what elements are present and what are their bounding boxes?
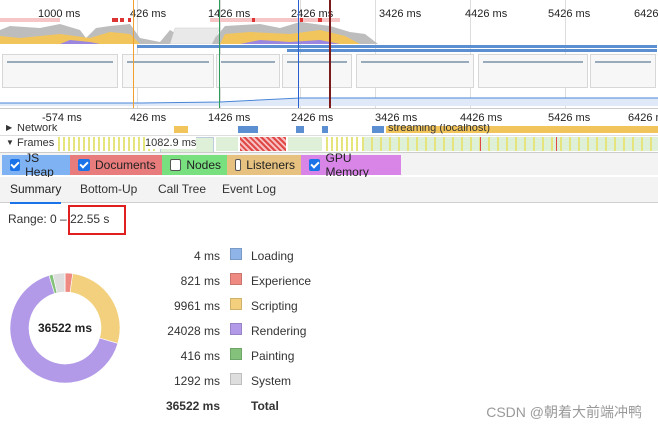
- frame-block[interactable]: [216, 137, 238, 151]
- legend-row-total: 36522 ms Total: [150, 399, 450, 424]
- legend-value: 24028 ms: [167, 324, 220, 338]
- tab-event-log[interactable]: Event Log: [222, 177, 276, 202]
- frame-block[interactable]: [58, 137, 158, 151]
- legend-label: Rendering: [251, 324, 307, 338]
- checkbox[interactable]: [78, 159, 90, 171]
- frame-block[interactable]: [326, 137, 360, 151]
- legend-row-experience: 821 ms Experience: [150, 273, 450, 299]
- ruler-tick: 6426 ms: [628, 112, 658, 124]
- screenshot-thumbnail[interactable]: [478, 54, 588, 88]
- legend-value: 416 ms: [180, 349, 220, 363]
- frame-duration: 1082.9 ms: [145, 137, 197, 149]
- timeline-overview[interactable]: 1000 ms 426 ms 1426 ms 2426 ms 3426 ms 4…: [0, 0, 658, 108]
- network-request[interactable]: [322, 126, 328, 133]
- legend-value: 1292 ms: [173, 374, 220, 388]
- counter-js-heap[interactable]: JS Heap: [2, 151, 70, 179]
- network-bar: [287, 49, 657, 52]
- counters-bar: JS Heap Documents Nodes Listeners GPU Me…: [0, 151, 658, 179]
- tab-bottom-up[interactable]: Bottom-Up: [80, 177, 137, 202]
- frames-track-label: Frames: [17, 137, 55, 149]
- ruler-tick: 3426 ms: [375, 112, 418, 124]
- load-marker: [329, 0, 331, 108]
- legend-row-system: 1292 ms System: [150, 373, 450, 399]
- counter-nodes[interactable]: Nodes: [162, 155, 227, 175]
- summary-donut-chart: 36522 ms: [9, 272, 121, 384]
- ruler-tick: 2426 ms: [291, 112, 334, 124]
- tab-call-tree[interactable]: Call Tree: [158, 177, 206, 202]
- frame-marker: [480, 137, 481, 151]
- donut-center-label: 36522 ms: [38, 321, 92, 335]
- counter-documents[interactable]: Documents: [70, 155, 162, 175]
- range-highlight-box: [68, 205, 126, 235]
- counter-label: Listeners: [246, 158, 295, 172]
- legend-label: Experience: [251, 274, 312, 288]
- legend-row-loading: 4 ms Loading: [150, 248, 450, 274]
- legend-value: 821 ms: [180, 274, 220, 288]
- network-track[interactable]: ▶ Network streaming (localhost): [0, 124, 658, 135]
- legend-row-scripting: 9961 ms Scripting: [150, 298, 450, 324]
- counter-label: JS Heap: [25, 151, 54, 179]
- legend-row-painting: 416 ms Painting: [150, 348, 450, 374]
- ruler-tick: 4426 ms: [460, 112, 503, 124]
- counter-label: Documents: [95, 158, 156, 172]
- checkbox[interactable]: [10, 159, 21, 171]
- checkbox[interactable]: [170, 159, 182, 171]
- legend-swatch: [230, 323, 242, 335]
- dropped-frame[interactable]: [240, 137, 286, 151]
- ruler-tick: 5426 ms: [548, 112, 591, 124]
- network-track-label: Network: [17, 124, 58, 134]
- fcp-marker: [298, 0, 299, 108]
- legend-label: Scripting: [251, 299, 298, 313]
- network-request[interactable]: [372, 126, 384, 133]
- screenshot-thumbnail[interactable]: [2, 54, 118, 88]
- collapse-triangle-icon[interactable]: ▼: [6, 138, 14, 147]
- network-bar: [137, 45, 657, 48]
- range-prefix: Range: 0 –: [8, 212, 67, 226]
- screenshot-thumbnail[interactable]: [282, 54, 352, 88]
- counter-label: GPU Memory: [325, 151, 369, 179]
- ruler-tick: -574 ms: [42, 112, 82, 124]
- fp-marker: [219, 0, 220, 108]
- screenshot-thumbnail[interactable]: [122, 54, 214, 88]
- frame-marker: [556, 137, 557, 151]
- network-request[interactable]: [238, 126, 258, 133]
- checkbox[interactable]: [235, 159, 242, 171]
- frame-block[interactable]: [362, 137, 658, 151]
- ruler-tick: 1426 ms: [208, 112, 251, 124]
- legend-swatch: [230, 373, 242, 385]
- screenshot-thumbnail[interactable]: [590, 54, 656, 88]
- frame-block[interactable]: [288, 137, 322, 151]
- timeline-ruler: -574 ms 426 ms 1426 ms 2426 ms 3426 ms 4…: [0, 108, 658, 125]
- network-request[interactable]: [296, 126, 304, 133]
- details-tabbar: Summary Bottom-Up Call Tree Event Log: [0, 177, 658, 204]
- watermark: CSDN @朝着大前端冲鸭: [486, 404, 642, 420]
- legend-label: Painting: [251, 349, 295, 363]
- checkbox[interactable]: [309, 159, 321, 171]
- legend-swatch: [230, 348, 242, 360]
- legend-swatch: [230, 298, 242, 310]
- legend-swatch: [230, 248, 242, 260]
- tab-summary[interactable]: Summary: [10, 177, 62, 204]
- screenshot-thumbnail[interactable]: [216, 54, 280, 88]
- legend-value: 4 ms: [193, 249, 220, 263]
- counter-gpu-memory[interactable]: GPU Memory: [301, 151, 401, 179]
- network-request-label: streaming (localhost): [388, 124, 491, 134]
- legend-row-rendering: 24028 ms Rendering: [150, 323, 450, 349]
- screenshot-thumbnail[interactable]: [356, 54, 474, 88]
- total-value: 36522 ms: [165, 399, 220, 413]
- counter-label: Nodes: [186, 158, 221, 172]
- network-request[interactable]: [174, 126, 188, 133]
- legend-value: 9961 ms: [173, 299, 220, 313]
- legend-label: Loading: [251, 249, 294, 263]
- dcl-marker: [133, 0, 134, 108]
- legend-label: System: [251, 374, 292, 388]
- total-label: Total: [251, 399, 279, 413]
- counter-listeners[interactable]: Listeners: [227, 155, 301, 175]
- ruler-tick: 426 ms: [130, 112, 167, 124]
- expand-triangle-icon[interactable]: ▶: [6, 124, 12, 132]
- legend-swatch: [230, 273, 242, 285]
